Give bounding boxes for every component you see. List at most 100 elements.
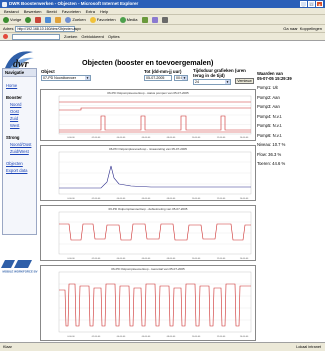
nav-stroing-noordoost[interactable]: Noord/Oost [3,141,36,148]
media-icon [119,16,126,23]
svg-text:0:00:00: 0:00:00 [67,137,75,139]
window-titlebar: DWR Boosterwerken - Objecten - Microsoft… [0,0,325,8]
nav-booster-west[interactable]: West [3,122,36,129]
menu-bestand[interactable]: Bestand [4,9,19,14]
address-bar: Adres http://192.168.10.160/dmr/Objecten… [0,25,325,33]
value-pomp3: Pomp3: Aan [257,104,280,109]
chart-toerental: 06-PD Ostpomptoevoerloop - toerental van… [40,265,256,341]
svg-text:12:00:00: 12:00:00 [217,336,226,338]
toolbar-blocked[interactable]: Geblokkeerd [81,34,104,39]
sidebar-nav: Navigatie Home Booster Noord Oost Zuid W… [2,68,37,235]
search-toolbar: Zoeken Geblokkeerd Opties [0,33,325,41]
menu-extra[interactable]: Extra [86,9,95,14]
period-select[interactable]: 24 ▼ [193,79,231,85]
nav-export[interactable]: Export data [3,167,36,174]
toolbar-search-input[interactable] [12,33,60,40]
svg-text:14:00:00: 14:00:00 [240,258,249,260]
page-title: Objecten (booster en toevoergemalen) [82,58,214,67]
menu-help[interactable]: Help [100,9,108,14]
go-button[interactable]: Ga naar [283,26,297,31]
svg-text:14:00:00: 14:00:00 [240,137,249,139]
nav-objecten[interactable]: Objecten [3,160,36,167]
menu-bewerken[interactable]: Bewerken [24,9,42,14]
search-button[interactable]: Zoeken [65,16,86,23]
favorites-button[interactable]: Favorieten [89,16,116,23]
value-toeren: Toeren: 44.6 % [257,161,286,166]
menu-favorieten[interactable]: Favorieten [62,9,81,14]
home-icon[interactable] [55,16,62,23]
svg-text:08:00:00: 08:00:00 [167,198,176,200]
nav-stroing-zuidwest[interactable]: Zuid/West [3,148,36,155]
toolbar-search-button[interactable]: Zoeken [64,34,77,39]
chart-plot: 0:00:00 02:00:00 04:00:00 06:00:00 08:00:00 1… [58,271,252,338]
svg-text:12:00:00: 12:00:00 [217,137,226,139]
svg-text:0:00:00: 0:00:00 [67,258,75,260]
value-pomp1: Pomp1: Uit [257,85,278,90]
value-pomp4: Pomp4: N.v.t. [257,113,283,119]
svg-text:10:00:00: 10:00:00 [192,258,201,260]
svg-text:10:00:00: 10:00:00 [192,198,201,200]
minimize-button[interactable]: _ [300,1,307,7]
chart-plot: 0:00:00 02:00:00 04:00:00 06:00:00 08:00:00 1… [58,95,252,139]
window-title: DWR Boosterwerken - Objecten - Microsoft… [9,1,139,6]
close-button[interactable]: x [316,1,323,7]
toolbar-options[interactable]: Opties [108,34,120,39]
value-flow: Flow: 36.3 % [257,151,282,157]
date-input[interactable]: 05-07-2005 [144,75,172,81]
menu-beeld[interactable]: Beeld [46,9,56,14]
page-content: dwr Navigatie Home Booster Noord Oost Zu… [0,41,325,342]
svg-text:02:00:00: 02:00:00 [92,336,101,338]
refresh-button[interactable]: Vernieuw [235,78,254,84]
object-label: Object [41,69,55,74]
svg-text:14:00:00: 14:00:00 [240,198,249,200]
svg-text:04:00:00: 04:00:00 [117,258,126,260]
nav-home[interactable]: Home [3,82,36,89]
svg-text:08:00:00: 08:00:00 [167,137,176,139]
period-label: Tijdsduur grafieken (uren terug in de ti… [193,68,246,78]
print-icon[interactable] [161,16,168,23]
value-pomp5: Pomp5: N.v.t. [257,123,283,128]
value-pomp2: Pomp2: Aan [257,94,280,100]
nav-title: Navigatie [3,69,36,77]
values-panel: Waarden van 05-07-05 15:29:39 Pomp1: Uit… [257,71,323,169]
browser-icon [2,1,7,7]
back-button[interactable]: Vorige [3,16,21,23]
svg-text:02:00:00: 02:00:00 [92,258,101,260]
nav-booster-zuid[interactable]: Zuid [3,115,36,122]
nav-booster-noord[interactable]: Noord [3,101,36,108]
svg-text:08:00:00: 08:00:00 [167,336,176,338]
nav-booster-oost[interactable]: Oost [3,108,36,115]
window-controls: _ □ x [300,1,323,7]
menu-bar: Bestand Bewerken Beeld Favorieten Extra … [0,8,325,15]
mail-icon[interactable] [151,16,158,23]
svg-text:02:00:00: 02:00:00 [92,137,101,139]
nav-booster-header: Booster [6,95,22,100]
svg-text:02:00:00: 02:00:00 [92,198,101,200]
chevron-down-icon: ▼ [225,80,230,84]
svg-text:12:00:00: 12:00:00 [217,258,226,260]
maximize-button[interactable]: □ [308,1,315,7]
links-button[interactable]: Koppelingen [300,26,322,31]
object-select[interactable]: 07-PD Noordtoevoer ▼ [41,75,91,81]
svg-text:06:00:00: 06:00:00 [142,336,151,338]
svg-text:04:00:00: 04:00:00 [117,336,126,338]
svg-text:08:00:00: 08:00:00 [167,258,176,260]
history-icon[interactable] [141,16,148,23]
chart-plot: 0:00:00 02:00:00 04:00:00 06:00:00 08:00:00 1… [58,151,252,200]
google-icon [3,34,8,39]
stop-icon[interactable] [35,16,42,23]
forward-arrow-icon[interactable] [25,16,32,23]
address-input[interactable]: http://192.168.10.160/dmr/Objecten.aspx [15,25,81,32]
search-icon [65,16,72,23]
svg-text:06:00:00: 06:00:00 [142,198,151,200]
svg-text:14:00:00: 14:00:00 [240,336,249,338]
svg-text:10:00:00: 10:00:00 [192,137,201,139]
media-button[interactable]: Media [119,16,138,23]
back-arrow-icon [3,16,9,23]
hour-select[interactable]: 00:00 ▼ [174,75,188,81]
svg-text:10:00:00: 10:00:00 [192,336,201,338]
refresh-icon[interactable] [45,16,52,23]
chart-debietmeting: 06-PD Ostpomptoevoerloop - debietmeting … [40,205,256,261]
chevron-down-icon: ▼ [182,76,187,80]
status-text: Klaar [3,345,12,349]
